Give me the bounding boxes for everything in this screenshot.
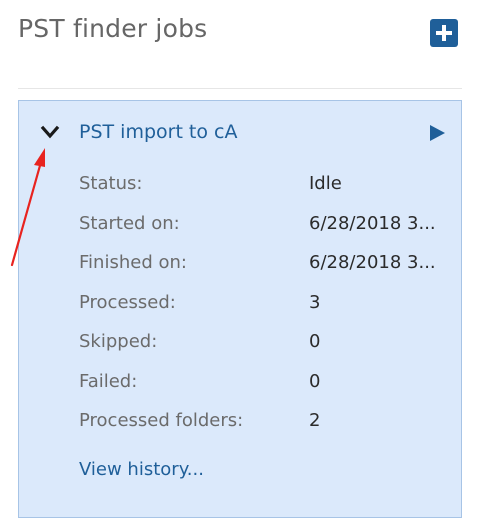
status-value: Idle [309,173,342,194]
status-label: Status: [79,173,143,194]
started-on-label: Started on: [79,212,180,234]
finished-on-label: Finished on: [79,252,187,273]
play-icon[interactable] [427,123,447,143]
job-title[interactable]: PST import to cA [79,121,238,143]
panel-title: PST finder jobs [18,14,208,43]
view-history-link[interactable]: View history... [79,459,204,480]
failed-value: 0 [309,370,321,392]
skipped-label: Skipped: [79,331,158,352]
processed-value: 3 [309,291,321,313]
add-job-button[interactable] [430,19,458,47]
started-on-value: 6/28/2018 3... [309,212,436,234]
processed-label: Processed: [79,291,176,313]
failed-label: Failed: [79,370,138,392]
processed-folders-value: 2 [309,410,321,431]
processed-folders-label: Processed folders: [79,410,244,431]
skipped-value: 0 [309,331,321,352]
finished-on-value: 6/28/2018 3... [309,252,436,273]
annotation-arrow-icon [10,148,45,267]
job-card: PST import to cA Status: Idle Started on… [18,100,462,518]
divider [18,88,462,89]
